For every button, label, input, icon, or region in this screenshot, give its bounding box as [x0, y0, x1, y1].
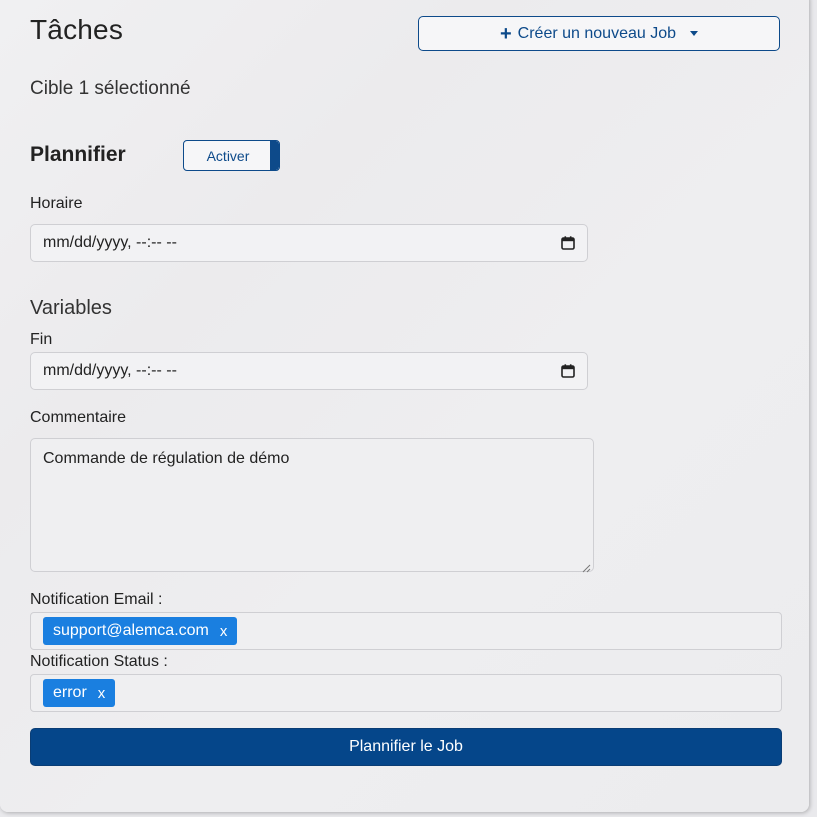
remove-status-tag-button[interactable]: x — [98, 685, 106, 702]
schedule-heading: Plannifier — [30, 143, 126, 166]
comment-text: Commande de régulation de démo — [43, 450, 290, 467]
horaire-datetime-input[interactable]: mm/dd/yyyy, --:-- -- — [30, 224, 588, 262]
page-title: Tâches — [30, 14, 124, 45]
tasks-panel: Tâches + Créer un nouveau Job Cible 1 sé… — [0, 0, 809, 812]
fin-datetime-input[interactable]: mm/dd/yyyy, --:-- -- — [30, 352, 588, 390]
create-job-label: Créer un nouveau Job — [517, 24, 676, 42]
calendar-icon[interactable] — [561, 364, 575, 378]
toggle-knob — [270, 141, 279, 170]
horaire-label: Horaire — [30, 195, 83, 212]
email-tag: support@alemca.com x — [43, 617, 238, 645]
selected-targets-text: Cible 1 sélectionné — [30, 78, 191, 99]
chevron-down-icon — [690, 31, 698, 36]
status-tag: error x — [43, 679, 116, 707]
comment-label: Commentaire — [30, 409, 127, 426]
calendar-icon[interactable] — [561, 236, 575, 250]
email-notification-label: Notification Email : — [30, 591, 163, 608]
variables-heading: Variables — [30, 297, 112, 319]
schedule-toggle[interactable]: Activer — [183, 140, 280, 171]
schedule-toggle-label: Activer — [206, 147, 250, 164]
resize-handle-icon[interactable] — [582, 560, 591, 573]
schedule-job-button[interactable]: Plannifier le Job — [30, 728, 782, 766]
plus-icon: + — [499, 22, 512, 45]
status-notification-label: Notification Status : — [30, 653, 168, 670]
email-tags-input[interactable]: support@alemca.com x — [30, 612, 782, 650]
create-job-button[interactable]: + Créer un nouveau Job — [418, 16, 780, 51]
horaire-value: mm/dd/yyyy, --:-- -- — [43, 234, 177, 251]
fin-label: Fin — [30, 331, 53, 348]
comment-textarea[interactable]: Commande de régulation de démo — [30, 438, 594, 573]
email-tag-text: support@alemca.com — [53, 622, 209, 639]
status-tags-input[interactable]: error x — [30, 674, 782, 712]
remove-email-tag-button[interactable]: x — [220, 623, 228, 640]
status-tag-text: error — [53, 684, 87, 701]
fin-value: mm/dd/yyyy, --:-- -- — [43, 362, 177, 379]
